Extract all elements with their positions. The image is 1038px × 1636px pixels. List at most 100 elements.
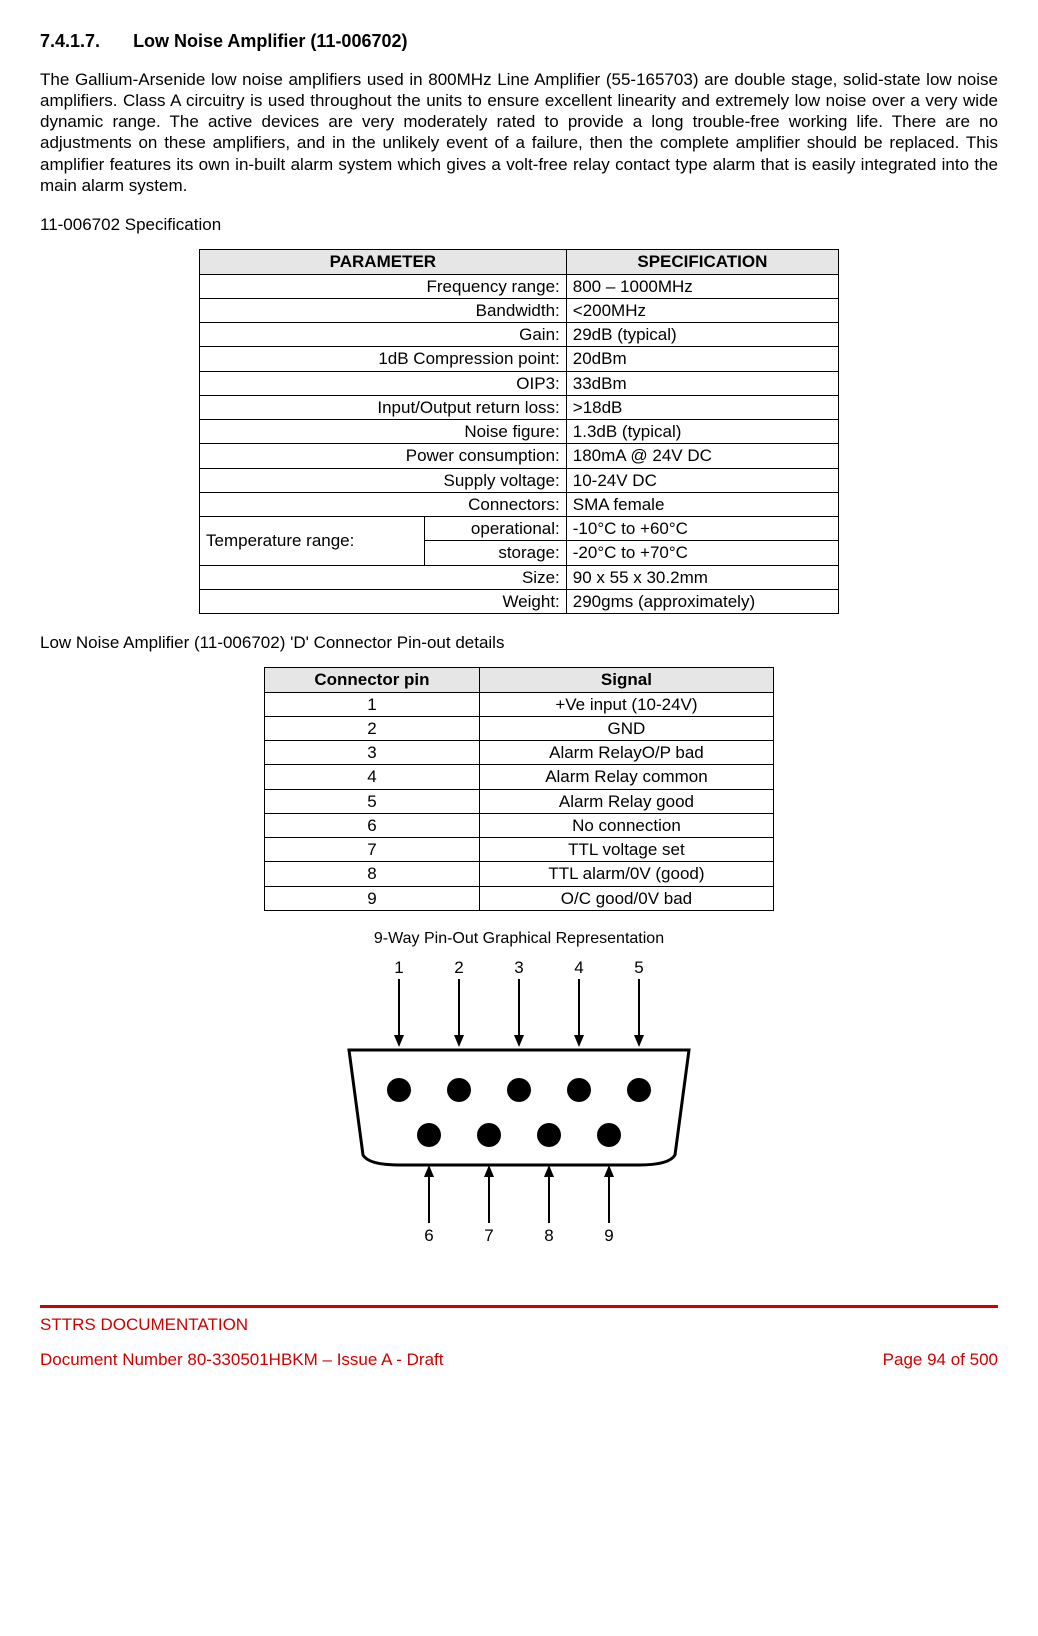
value-cell: 180mA @ 24V DC <box>566 444 838 468</box>
footer-line1: STTRS DOCUMENTATION <box>40 1314 998 1335</box>
signal-cell: No connection <box>479 813 773 837</box>
connector-diagram: 1 2 3 4 5 6 7 8 9 <box>329 955 709 1245</box>
diagram-wrap: 9-Way Pin-Out Graphical Representation 1… <box>40 929 998 1245</box>
table-row: Gain:29dB (typical) <box>200 323 839 347</box>
arrow-head-icon <box>634 1035 644 1047</box>
param-cell: Size: <box>200 565 567 589</box>
header-spec: SPECIFICATION <box>566 250 838 274</box>
pin-cell: 1 <box>265 692 480 716</box>
arrow-head-icon <box>544 1165 554 1177</box>
pin-label: 5 <box>634 958 643 977</box>
footer-divider <box>40 1305 998 1308</box>
table-row: 4Alarm Relay common <box>265 765 774 789</box>
footer-doc-number: Document Number 80-330501HBKM – Issue A … <box>40 1349 443 1370</box>
value-cell: >18dB <box>566 395 838 419</box>
pin-label: 4 <box>574 958 583 977</box>
param-cell: Gain: <box>200 323 567 347</box>
table-row: Noise figure:1.3dB (typical) <box>200 420 839 444</box>
pinout-title: Low Noise Amplifier (11-006702) 'D' Conn… <box>40 632 998 653</box>
table-row: 8TTL alarm/0V (good) <box>265 862 774 886</box>
table-row: Frequency range:800 – 1000MHz <box>200 274 839 298</box>
value-cell: 33dBm <box>566 371 838 395</box>
arrow-head-icon <box>484 1165 494 1177</box>
pin-cell: 9 <box>265 886 480 910</box>
temp-op-label: operational: <box>424 517 566 541</box>
table-header-row: Connector pin Signal <box>265 668 774 692</box>
signal-cell: Alarm Relay good <box>479 789 773 813</box>
section-heading: 7.4.1.7. Low Noise Amplifier (11-006702) <box>40 30 998 53</box>
pin-label: 2 <box>454 958 463 977</box>
pin-label: 3 <box>514 958 523 977</box>
signal-cell: Alarm RelayO/P bad <box>479 741 773 765</box>
pin-dot-icon <box>507 1078 531 1102</box>
table-row: Size:90 x 55 x 30.2mm <box>200 565 839 589</box>
arrow-head-icon <box>394 1035 404 1047</box>
temp-st-value: -20°C to +70°C <box>566 541 838 565</box>
pin-label: 9 <box>604 1226 613 1245</box>
header-parameter: PARAMETER <box>200 250 567 274</box>
pin-cell: 4 <box>265 765 480 789</box>
pin-cell: 7 <box>265 838 480 862</box>
pin-table: Connector pin Signal 1+Ve input (10-24V)… <box>264 667 774 911</box>
value-cell: 800 – 1000MHz <box>566 274 838 298</box>
value-cell: 29dB (typical) <box>566 323 838 347</box>
table-row: Supply voltage:10-24V DC <box>200 468 839 492</box>
arrow-head-icon <box>514 1035 524 1047</box>
header-pin: Connector pin <box>265 668 480 692</box>
table-row: Connectors:SMA female <box>200 492 839 516</box>
pin-label: 1 <box>394 958 403 977</box>
pin-cell: 3 <box>265 741 480 765</box>
table-row: 2GND <box>265 716 774 740</box>
pin-dot-icon <box>597 1123 621 1147</box>
table-row: 5Alarm Relay good <box>265 789 774 813</box>
pin-dot-icon <box>567 1078 591 1102</box>
value-cell: 10-24V DC <box>566 468 838 492</box>
param-cell: OIP3: <box>200 371 567 395</box>
signal-cell: TTL voltage set <box>479 838 773 862</box>
heading-number: 7.4.1.7. <box>40 30 100 53</box>
value-cell: 90 x 55 x 30.2mm <box>566 565 838 589</box>
param-cell: Power consumption: <box>200 444 567 468</box>
table-row: 3Alarm RelayO/P bad <box>265 741 774 765</box>
param-cell: Noise figure: <box>200 420 567 444</box>
signal-cell: +Ve input (10-24V) <box>479 692 773 716</box>
value-cell: <200MHz <box>566 298 838 322</box>
param-cell: 1dB Compression point: <box>200 347 567 371</box>
table-row: Bandwidth:<200MHz <box>200 298 839 322</box>
temp-op-value: -10°C to +60°C <box>566 517 838 541</box>
footer: STTRS DOCUMENTATION Document Number 80-3… <box>40 1314 998 1371</box>
table-row: 6No connection <box>265 813 774 837</box>
pin-cell: 8 <box>265 862 480 886</box>
signal-cell: GND <box>479 716 773 740</box>
pin-label: 7 <box>484 1226 493 1245</box>
param-cell: Connectors: <box>200 492 567 516</box>
table-row: 1dB Compression point:20dBm <box>200 347 839 371</box>
table-row: 1+Ve input (10-24V) <box>265 692 774 716</box>
param-cell: Bandwidth: <box>200 298 567 322</box>
pin-cell: 6 <box>265 813 480 837</box>
value-cell: 290gms (approximately) <box>566 589 838 613</box>
table-row: Temperature range: operational: -10°C to… <box>200 517 839 541</box>
value-cell: 1.3dB (typical) <box>566 420 838 444</box>
temp-range-label: Temperature range: <box>200 517 425 566</box>
pin-label: 8 <box>544 1226 553 1245</box>
param-cell: Input/Output return loss: <box>200 395 567 419</box>
pin-dot-icon <box>387 1078 411 1102</box>
pin-label: 6 <box>424 1226 433 1245</box>
pin-dot-icon <box>627 1078 651 1102</box>
param-cell: Frequency range: <box>200 274 567 298</box>
signal-cell: O/C good/0V bad <box>479 886 773 910</box>
arrow-head-icon <box>604 1165 614 1177</box>
value-cell: SMA female <box>566 492 838 516</box>
arrow-head-icon <box>454 1035 464 1047</box>
heading-title: Low Noise Amplifier (11-006702) <box>133 31 407 51</box>
header-signal: Signal <box>479 668 773 692</box>
pin-cell: 2 <box>265 716 480 740</box>
table-row: 9O/C good/0V bad <box>265 886 774 910</box>
diagram-title: 9-Way Pin-Out Graphical Representation <box>40 929 998 949</box>
table-row: Power consumption:180mA @ 24V DC <box>200 444 839 468</box>
table-row: Weight:290gms (approximately) <box>200 589 839 613</box>
param-cell: Weight: <box>200 589 567 613</box>
table-row: 7TTL voltage set <box>265 838 774 862</box>
temp-st-label: storage: <box>424 541 566 565</box>
